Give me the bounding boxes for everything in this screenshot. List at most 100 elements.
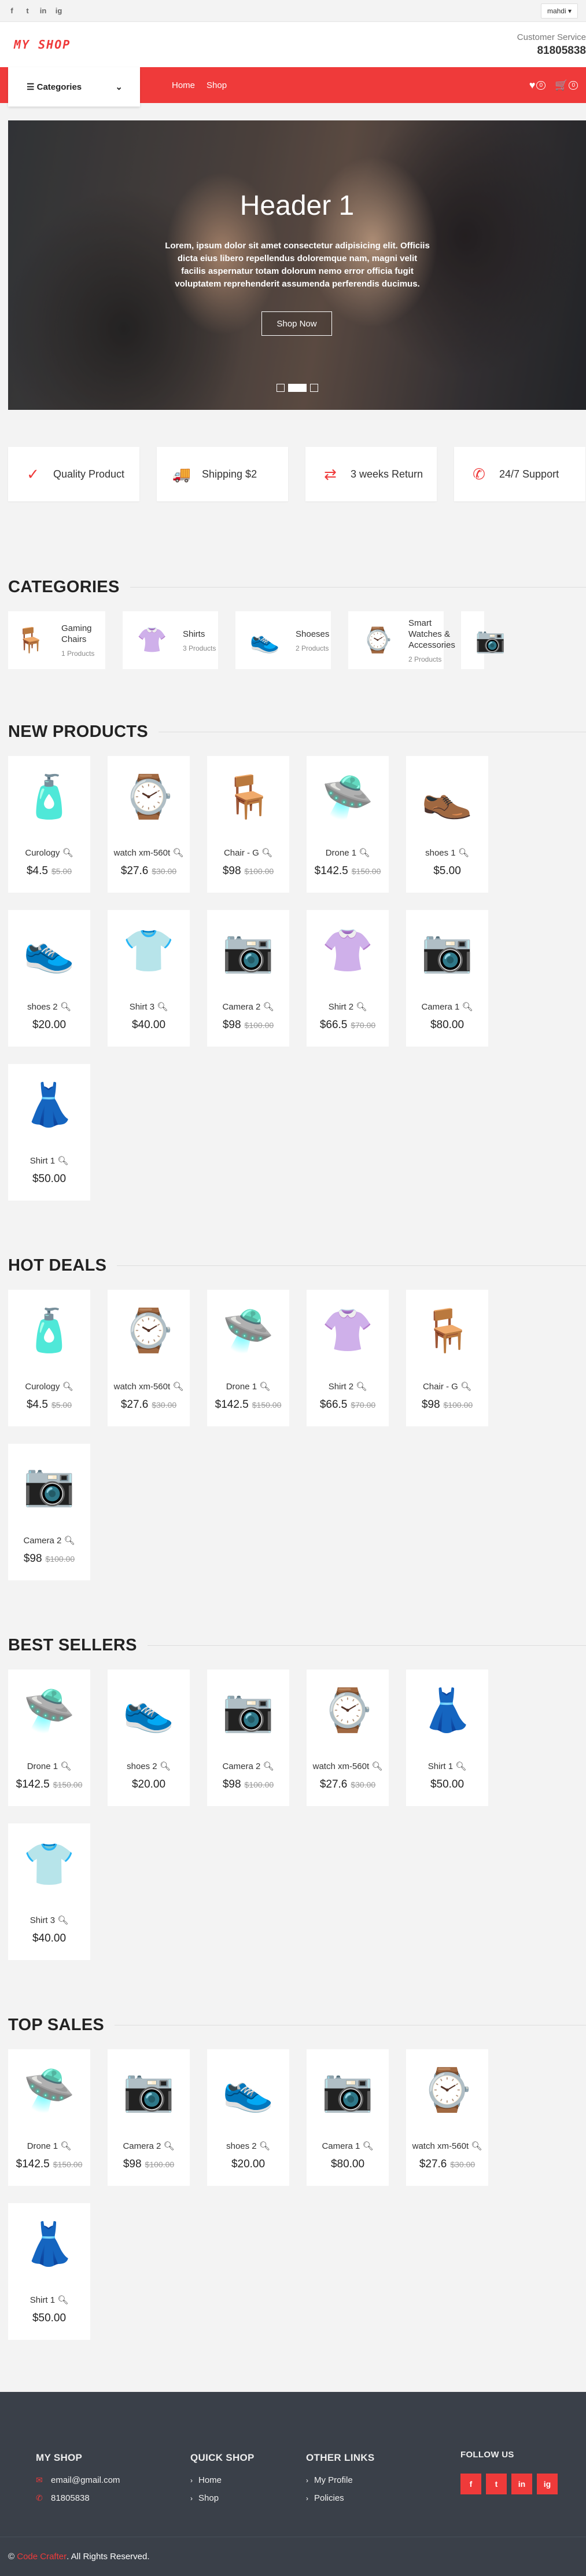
cart-button[interactable]: 🛒 0 [555,79,578,91]
product-name[interactable]: shoes 2 [27,1002,58,1012]
product-card[interactable]: 📷 Camera 1 🔍︎ $80.00 [406,910,488,1047]
product-card[interactable]: 👗 Shirt 1 🔍︎ $50.00 [8,2203,90,2340]
product-image[interactable]: 📷 [8,1444,90,1525]
category-card[interactable]: 👟 Shoeses 2 Products [235,611,331,669]
product-card[interactable]: ⌚ watch xm-560t 🔍︎ $27.6 $30.00 [406,2049,488,2186]
search-icon[interactable]: 🔍︎ [172,1382,183,1392]
search-icon[interactable]: 🔍︎ [460,1382,471,1392]
product-card[interactable]: 👗 Shirt 1 🔍︎ $50.00 [8,1064,90,1201]
product-image[interactable]: ⌚ [406,2049,488,2130]
product-name[interactable]: Curology [25,1382,60,1392]
product-card[interactable]: 👟 shoes 2 🔍︎ $20.00 [108,1669,190,1806]
category-card[interactable]: 👚 Shirts 3 Products [123,611,218,669]
product-image[interactable]: 📷 [307,2049,389,2130]
product-name[interactable]: Drone 1 [226,1382,257,1392]
product-name[interactable]: Camera 1 [322,2141,360,2151]
product-name[interactable]: Curology [25,848,60,858]
product-name[interactable]: Chair - G [423,1382,458,1392]
twitter-icon[interactable]: t [486,2474,507,2494]
product-card[interactable]: 🪑 Chair - G 🔍︎ $98 $100.00 [207,756,289,893]
product-card[interactable]: 👚 Shirt 2 🔍︎ $66.5 $70.00 [307,910,389,1047]
search-icon[interactable]: 🔍︎ [356,1382,367,1392]
search-icon[interactable]: 🔍︎ [62,848,73,858]
product-name[interactable]: watch xm-560t [114,848,171,858]
product-image[interactable]: 🛸 [8,2049,90,2130]
product-image[interactable]: 👚 [307,910,389,991]
footer-link-shop[interactable]: › Shop [190,2493,255,2503]
product-name[interactable]: Drone 1 [27,1762,58,1771]
wishlist-button[interactable]: ♥ 0 [529,79,546,91]
footer-phone[interactable]: ✆ 81805838 [36,2493,120,2503]
product-name[interactable]: Drone 1 [326,848,356,858]
product-image[interactable]: 👞 [406,756,488,837]
product-image[interactable]: ⌚ [307,1669,389,1751]
instagram-icon[interactable]: ig [537,2474,558,2494]
search-icon[interactable]: 🔍︎ [160,1762,171,1771]
product-card[interactable]: 📷 Camera 2 🔍︎ $98 $100.00 [207,910,289,1047]
search-icon[interactable]: 🔍︎ [259,2141,270,2151]
shop-now-button[interactable]: Shop Now [261,311,332,336]
product-image[interactable]: 🛸 [207,1290,289,1371]
product-image[interactable]: 📷 [207,1669,289,1751]
product-name[interactable]: Camera 2 [23,1536,61,1546]
product-card[interactable]: 👞 shoes 1 🔍︎ $5.00 [406,756,488,893]
product-card[interactable]: 🛸 Drone 1 🔍︎ $142.5 $150.00 [8,2049,90,2186]
category-card[interactable]: ⌚ Smart Watches & Accessories 2 Products [348,611,455,669]
search-icon[interactable]: 🔍︎ [359,848,370,858]
product-card[interactable]: 👗 Shirt 1 🔍︎ $50.00 [406,1669,488,1806]
search-icon[interactable]: 🔍︎ [57,1916,68,1925]
product-name[interactable]: shoes 2 [127,1762,157,1771]
product-name[interactable]: Shirt 1 [30,2295,55,2305]
carousel-dot[interactable] [277,384,285,392]
product-image[interactable]: 👚 [307,1290,389,1371]
product-name[interactable]: Shirt 2 [329,1382,353,1392]
user-menu-button[interactable]: mahdi ▾ [540,3,578,19]
product-name[interactable]: Shirt 2 [329,1002,353,1012]
product-image[interactable]: 🛸 [8,1669,90,1751]
product-card[interactable]: 👕 Shirt 3 🔍︎ $40.00 [108,910,190,1047]
search-icon[interactable]: 🔍︎ [172,848,183,858]
product-card[interactable]: ⌚ watch xm-560t 🔍︎ $27.6 $30.00 [108,1290,190,1426]
product-image[interactable]: 👟 [8,910,90,991]
product-card[interactable]: 📷 Camera 2 🔍︎ $98 $100.00 [108,2049,190,2186]
facebook-icon[interactable]: f [460,2474,481,2494]
product-image[interactable]: 👟 [108,1669,190,1751]
product-image[interactable]: 🧴 [8,1290,90,1371]
category-card[interactable]: 🪑 Gaming Chairs 1 Products [8,611,105,669]
search-icon[interactable]: 🔍︎ [60,1762,71,1771]
product-card[interactable]: 👟 shoes 2 🔍︎ $20.00 [207,2049,289,2186]
search-icon[interactable]: 🔍︎ [263,1002,274,1012]
carousel-dot[interactable] [310,384,318,392]
product-card[interactable]: 👟 shoes 2 🔍︎ $20.00 [8,910,90,1047]
product-card[interactable]: 🛸 Drone 1 🔍︎ $142.5 $150.00 [207,1290,289,1426]
product-card[interactable]: ⌚ watch xm-560t 🔍︎ $27.6 $30.00 [307,1669,389,1806]
search-icon[interactable]: 🔍︎ [455,1762,466,1771]
product-image[interactable]: 👗 [8,1064,90,1145]
footer-link-policies[interactable]: › Policies [306,2493,375,2503]
product-image[interactable]: ⌚ [108,1290,190,1371]
category-card[interactable]: 📷 [461,611,506,669]
search-icon[interactable]: 🔍︎ [60,1002,71,1012]
product-image[interactable]: 🪑 [406,1290,488,1371]
product-card[interactable]: 📷 Camera 1 🔍︎ $80.00 [307,2049,389,2186]
product-name[interactable]: watch xm-560t [412,2141,469,2151]
product-name[interactable]: shoes 2 [226,2141,257,2151]
search-icon[interactable]: 🔍︎ [163,2141,174,2151]
search-icon[interactable]: 🔍︎ [362,2141,373,2151]
search-icon[interactable]: 🔍︎ [57,1156,68,1166]
product-name[interactable]: watch xm-560t [114,1382,171,1392]
site-logo[interactable]: MY SHOP [14,38,71,52]
search-icon[interactable]: 🔍︎ [458,848,469,858]
twitter-icon[interactable]: t [24,6,31,15]
search-icon[interactable]: 🔍︎ [263,1762,274,1771]
product-image[interactable]: 🧴 [8,756,90,837]
footer-link-home[interactable]: › Home [190,2475,255,2485]
product-image[interactable]: 🪑 [207,756,289,837]
product-image[interactable]: 👗 [8,2203,90,2284]
product-image[interactable]: 📷 [108,2049,190,2130]
linkedin-icon[interactable]: in [511,2474,532,2494]
product-image[interactable]: 👕 [8,1823,90,1905]
search-icon[interactable]: 🔍︎ [261,848,272,858]
product-name[interactable]: Shirt 3 [130,1002,154,1012]
product-card[interactable]: 📷 Camera 2 🔍︎ $98 $100.00 [8,1444,90,1580]
